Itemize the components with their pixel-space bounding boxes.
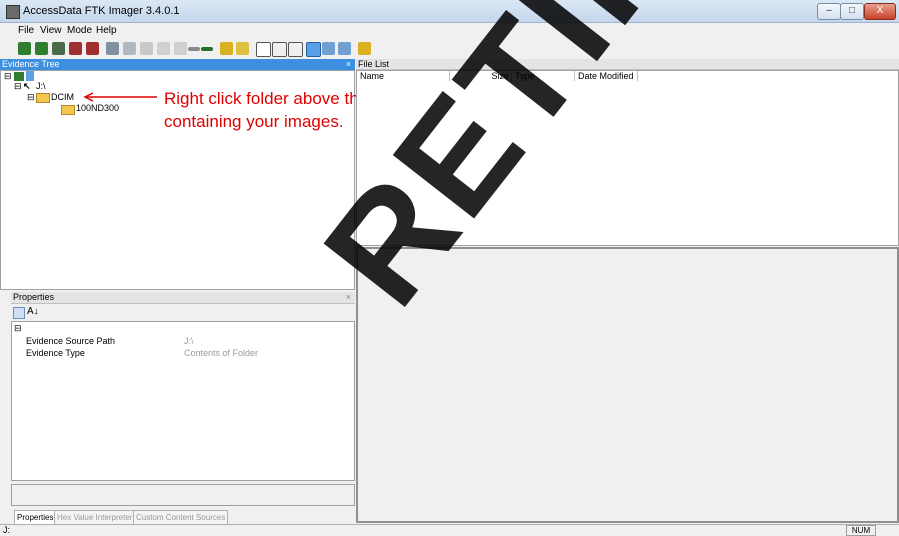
property-value: Contents of Folder <box>184 348 259 358</box>
column-date-modified[interactable]: Date Modified <box>575 71 638 81</box>
expand-icon[interactable]: ⊟ <box>27 92 35 103</box>
property-value: J:\ <box>184 336 194 346</box>
cursor-icon: ↖ <box>23 81 31 91</box>
maximize-button[interactable]: □ <box>840 3 864 20</box>
evidence-item-icon <box>14 72 24 81</box>
tree-subfolder[interactable]: 100ND300 <box>76 103 119 113</box>
remove-all-evidence-icon[interactable] <box>86 42 99 55</box>
folder-icon <box>61 105 75 115</box>
selected-evidence-icon[interactable] <box>26 71 34 81</box>
properties-toolbar: A↓ <box>11 305 355 320</box>
expand-icon[interactable]: ⊟ <box>4 71 12 82</box>
title-bar: AccessData FTK Imager 3.4.0.1 – □ X <box>0 0 899 23</box>
folder-icon <box>36 93 50 103</box>
text-view-icon[interactable] <box>322 42 335 55</box>
status-text: J: <box>3 525 11 535</box>
alphabetical-sort-icon[interactable]: A↓ <box>27 306 39 317</box>
tab-hex-value-interpreter[interactable]: Hex Value Interpreter <box>54 510 136 525</box>
property-row[interactable]: Evidence Source Path J:\ <box>14 336 354 348</box>
properties-header: Properties × <box>11 292 355 304</box>
detect-encryption-icon[interactable] <box>220 42 233 55</box>
column-name[interactable]: Name <box>357 71 450 81</box>
collapse-icon[interactable]: ⊟ <box>14 323 22 334</box>
properties-close-icon[interactable]: × <box>346 292 351 303</box>
menu-help[interactable]: Help <box>96 25 117 36</box>
menu-file[interactable]: File <box>18 25 34 36</box>
file-list-title: File List <box>358 59 390 69</box>
export-directory-listing-icon[interactable] <box>288 42 303 57</box>
property-row[interactable]: Evidence Type Contents of Folder <box>14 348 354 360</box>
export-files-icon[interactable] <box>256 42 271 57</box>
menu-view[interactable]: View <box>40 25 62 36</box>
auto-view-icon[interactable] <box>306 42 321 57</box>
categorized-icon[interactable] <box>13 307 25 319</box>
property-name: Evidence Type <box>26 348 85 358</box>
status-bar: J: NUM <box>0 524 899 536</box>
file-list-pane <box>356 70 899 246</box>
export-hash-list-icon[interactable] <box>272 42 287 57</box>
add-evidence-icon[interactable] <box>18 42 31 55</box>
num-lock-indicator: NUM <box>846 525 876 536</box>
window-title: AccessData FTK Imager 3.4.0.1 <box>23 5 180 17</box>
viewer-pane <box>356 247 899 523</box>
help-icon[interactable] <box>358 42 371 55</box>
verify-drive-icon[interactable] <box>157 42 170 55</box>
tree-folder-dcim[interactable]: DCIM <box>51 92 74 102</box>
capture-memory-icon[interactable] <box>174 42 187 55</box>
menu-mode[interactable]: Mode <box>67 25 92 36</box>
property-name: Evidence Source Path <box>26 336 116 346</box>
image-mounting-icon[interactable] <box>52 42 65 55</box>
evidence-tree-title: Evidence Tree <box>2 59 60 69</box>
column-type[interactable]: Type <box>512 71 575 81</box>
close-button[interactable]: X <box>864 3 896 20</box>
custom-content-icon[interactable] <box>236 42 249 55</box>
export-logical-image-icon[interactable] <box>140 42 153 55</box>
column-size[interactable]: Size <box>450 71 512 81</box>
hex-view-icon[interactable] <box>338 42 351 55</box>
app-icon <box>6 5 20 19</box>
create-disk-image-icon[interactable] <box>106 42 119 55</box>
obtain-protected-files-icon[interactable] <box>201 47 213 51</box>
tab-custom-content-sources[interactable]: Custom Content Sources <box>133 510 229 525</box>
evidence-tree-close-icon[interactable]: × <box>346 59 351 70</box>
remove-evidence-icon[interactable] <box>69 42 82 55</box>
tab-properties[interactable]: Properties <box>14 510 57 525</box>
minimize-button[interactable]: – <box>817 3 841 20</box>
menu-bar: File View Mode Help <box>0 23 899 39</box>
export-disk-image-icon[interactable] <box>123 42 136 55</box>
toolbar <box>0 39 899 59</box>
add-all-devices-icon[interactable] <box>35 42 48 55</box>
evidence-tree-header: Evidence Tree × <box>0 59 355 70</box>
properties-title: Properties <box>13 292 55 302</box>
separator-icon <box>188 47 200 51</box>
annotation-arrow <box>83 92 157 102</box>
property-description-pane <box>11 484 355 506</box>
file-list-header: File List <box>356 59 899 70</box>
expand-icon[interactable]: ⊟ <box>14 81 22 92</box>
tree-root-label[interactable]: J:\ <box>36 81 46 91</box>
